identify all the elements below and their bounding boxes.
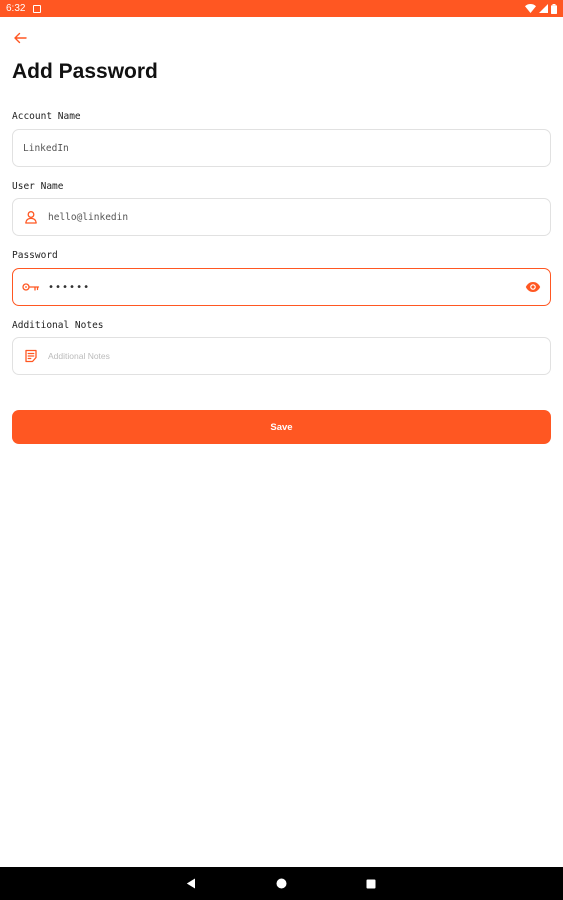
account-name-input[interactable] — [13, 130, 550, 166]
notes-field[interactable] — [12, 337, 551, 375]
status-time: 6:32 — [6, 3, 26, 14]
key-icon — [22, 278, 40, 296]
account-name-field[interactable] — [12, 129, 551, 167]
user-name-input[interactable] — [40, 199, 550, 235]
notes-icon — [22, 347, 40, 365]
status-left: 6:32 — [6, 3, 42, 14]
user-name-label: User Name — [12, 181, 64, 192]
password-label: Password — [12, 250, 58, 261]
save-button[interactable]: Save — [12, 410, 551, 444]
arrow-left-icon — [14, 32, 27, 44]
user-icon — [22, 208, 40, 226]
back-button[interactable] — [10, 28, 30, 48]
notification-icon — [33, 4, 42, 13]
nav-home-button[interactable] — [266, 867, 296, 900]
password-field[interactable] — [12, 268, 551, 306]
page-title: Add Password — [12, 60, 158, 83]
notes-input[interactable] — [40, 338, 550, 374]
navigation-bar — [0, 867, 563, 900]
battery-icon — [551, 3, 557, 14]
account-name-label: Account Name — [12, 111, 81, 122]
eye-icon — [525, 282, 541, 292]
toggle-visibility-button[interactable] — [523, 277, 543, 297]
notes-label: Additional Notes — [12, 320, 104, 331]
nav-recents-button[interactable] — [356, 867, 386, 900]
nav-recents-icon — [366, 879, 376, 888]
status-bar: 6:32 — [0, 0, 563, 17]
nav-home-icon — [276, 878, 286, 889]
nav-back-icon — [186, 878, 195, 889]
signal-icon — [539, 4, 548, 13]
nav-back-button[interactable] — [176, 867, 206, 900]
wifi-icon — [525, 4, 536, 13]
status-right — [525, 3, 557, 14]
user-name-field[interactable] — [12, 198, 551, 236]
password-input[interactable] — [40, 269, 523, 305]
